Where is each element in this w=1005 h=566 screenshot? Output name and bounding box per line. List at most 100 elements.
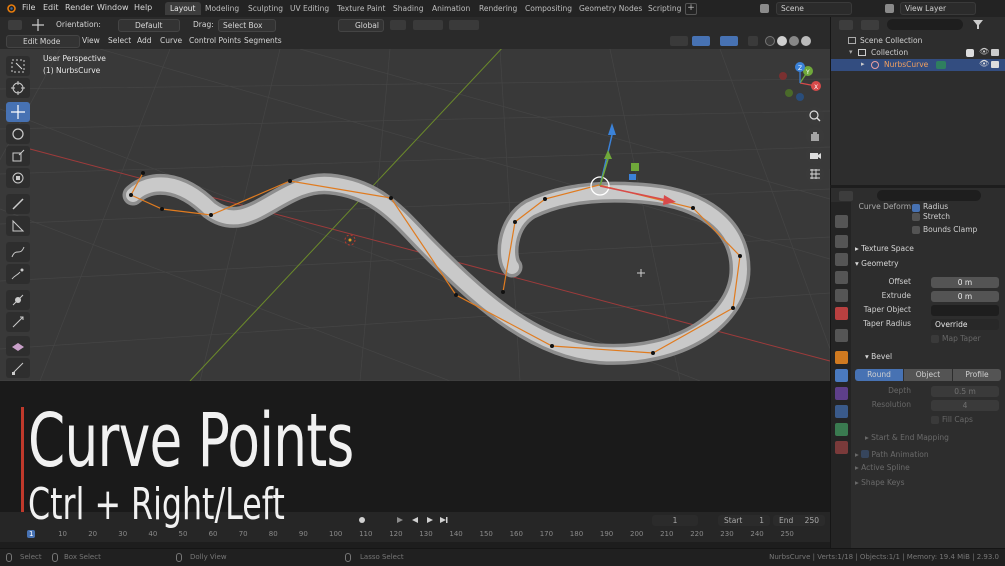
xray-icon[interactable] <box>748 36 758 46</box>
physics-tab-icon[interactable] <box>835 405 848 418</box>
bevel-profile-tab[interactable]: Profile <box>953 369 1001 381</box>
extrude-field[interactable]: 0 m <box>931 291 999 302</box>
rotate-tool[interactable] <box>6 124 30 144</box>
bevel-object-tab[interactable]: Object <box>904 369 952 381</box>
blender-logo-icon[interactable] <box>6 3 16 13</box>
expand-arrow-icon[interactable]: ▾ <box>849 48 853 56</box>
drag-dropdown[interactable]: Select Box <box>218 19 276 32</box>
shading-solid-icon[interactable] <box>777 36 787 46</box>
shading-wireframe-icon[interactable] <box>765 36 775 46</box>
tab-modeling[interactable]: Modeling <box>200 2 244 15</box>
outliner-filter-icon[interactable] <box>861 20 879 30</box>
tab-shading[interactable]: Shading <box>388 2 428 15</box>
collection-row[interactable]: ▾ Collection 👁 <box>831 47 1005 59</box>
scene-collection-row[interactable]: Scene Collection <box>831 35 1005 47</box>
data-tab-icon[interactable] <box>835 441 848 454</box>
menu-edit[interactable]: Edit <box>43 3 59 12</box>
tab-animation[interactable]: Animation <box>427 2 475 15</box>
active-spline-panel[interactable]: ▸ Active Spline <box>855 463 910 472</box>
bevel-panel[interactable]: ▾ Bevel <box>865 352 892 361</box>
menu-file[interactable]: File <box>22 3 35 12</box>
menu-control-points[interactable]: Control Points <box>189 36 241 45</box>
visibility-icon[interactable] <box>670 36 688 46</box>
scale-tool[interactable] <box>6 146 30 166</box>
object-tab-icon[interactable] <box>835 351 848 364</box>
scene-tab-icon[interactable] <box>835 289 848 302</box>
view-layer-field[interactable]: View Layer <box>900 2 976 15</box>
snap-icon[interactable] <box>413 20 443 30</box>
camera-render-icon[interactable] <box>991 61 999 68</box>
stretch-checkbox[interactable] <box>912 213 920 221</box>
path-animation-checkbox[interactable] <box>861 450 870 458</box>
tool-tab-icon[interactable] <box>835 215 848 228</box>
view-layer-tab-icon[interactable] <box>835 271 848 284</box>
grid-view-icon[interactable] <box>806 165 824 183</box>
radius-tool[interactable] <box>6 290 30 310</box>
transform-gizmo-icon[interactable] <box>32 19 44 31</box>
collection-tab-icon[interactable] <box>835 329 848 342</box>
annotate-tool[interactable] <box>6 194 30 214</box>
outliner-search-input[interactable] <box>887 19 963 30</box>
randomize-tool[interactable] <box>6 336 30 356</box>
pan-hand-icon[interactable] <box>806 127 824 145</box>
output-tab-icon[interactable] <box>835 253 848 266</box>
bounds-clamp-checkbox[interactable] <box>912 226 920 234</box>
3d-viewport[interactable]: User Perspective (1) NurbsCurve X Y Z <box>0 49 830 381</box>
zoom-icon[interactable] <box>806 107 824 125</box>
particles-tab-icon[interactable] <box>835 387 848 400</box>
measure-tool[interactable] <box>6 216 30 236</box>
gizmo-toggle-icon[interactable] <box>692 36 710 46</box>
constraints-tab-icon[interactable] <box>835 423 848 436</box>
extrude-tool[interactable] <box>6 358 30 378</box>
taper-radius-dropdown[interactable]: Override <box>931 319 999 330</box>
modifier-tab-icon[interactable] <box>835 369 848 382</box>
menu-window[interactable]: Window <box>97 3 129 12</box>
path-animation-panel[interactable]: ▸ Path Animation <box>855 449 929 459</box>
menu-add[interactable]: Add <box>137 36 152 45</box>
resolution-field[interactable]: 4 <box>931 400 999 411</box>
shape-keys-panel[interactable]: ▸ Shape Keys <box>855 478 905 487</box>
props-search-input[interactable] <box>877 190 981 201</box>
move-tool[interactable] <box>6 102 30 122</box>
tab-scripting[interactable]: Scripting <box>643 2 686 15</box>
navigation-gizmo[interactable]: X Y Z <box>775 59 825 107</box>
camera-icon[interactable] <box>806 146 824 164</box>
transform-tool[interactable] <box>6 168 30 188</box>
current-frame-field[interactable]: 1 <box>652 515 698 526</box>
proportional-edit-icon[interactable] <box>449 20 479 30</box>
eye-icon[interactable]: 👁 <box>979 47 989 56</box>
depth-field[interactable]: 0.5 m <box>931 386 999 397</box>
nurbscurve-row[interactable]: ▸ NurbsCurve 👁 <box>831 59 1005 71</box>
geometry-panel[interactable]: ▾ Geometry <box>855 259 899 268</box>
tab-compositing[interactable]: Compositing <box>520 2 577 15</box>
tilt-tool[interactable] <box>6 312 30 332</box>
shading-material-icon[interactable] <box>789 36 799 46</box>
texture-space-panel[interactable]: ▸ Texture Space <box>855 244 914 253</box>
tab-texture-paint[interactable]: Texture Paint <box>332 2 390 15</box>
scene-icon[interactable] <box>760 4 769 13</box>
add-workspace-icon[interactable]: + <box>685 3 697 15</box>
editor-type-icon[interactable] <box>8 20 22 30</box>
map-taper-checkbox[interactable] <box>931 335 939 343</box>
mode-dropdown[interactable]: Edit Mode <box>6 35 80 48</box>
world-tab-icon[interactable] <box>835 307 848 320</box>
tab-uv-editing[interactable]: UV Editing <box>285 2 334 15</box>
cursor-tool[interactable] <box>6 78 30 98</box>
offset-field[interactable]: 0 m <box>931 277 999 288</box>
start-frame-field[interactable]: Start 1 <box>718 515 770 526</box>
menu-view[interactable]: View <box>82 36 100 45</box>
menu-curve[interactable]: Curve <box>160 36 182 45</box>
bevel-round-tab[interactable]: Round <box>855 369 903 381</box>
tab-rendering[interactable]: Rendering <box>474 2 522 15</box>
camera-render-icon[interactable] <box>991 49 999 56</box>
menu-segments[interactable]: Segments <box>244 36 282 45</box>
menu-help[interactable]: Help <box>134 3 152 12</box>
select-box-tool[interactable] <box>6 56 30 76</box>
fill-caps-checkbox[interactable] <box>931 416 939 424</box>
pivot-icon[interactable] <box>390 20 406 30</box>
expand-arrow-icon[interactable]: ▸ <box>861 60 865 68</box>
curve-data-icon[interactable] <box>936 61 946 69</box>
transform-orientation-dropdown[interactable]: Global <box>338 19 384 32</box>
start-end-mapping-panel[interactable]: ▸ Start & End Mapping <box>865 433 949 442</box>
view-layer-icon[interactable] <box>885 4 894 13</box>
